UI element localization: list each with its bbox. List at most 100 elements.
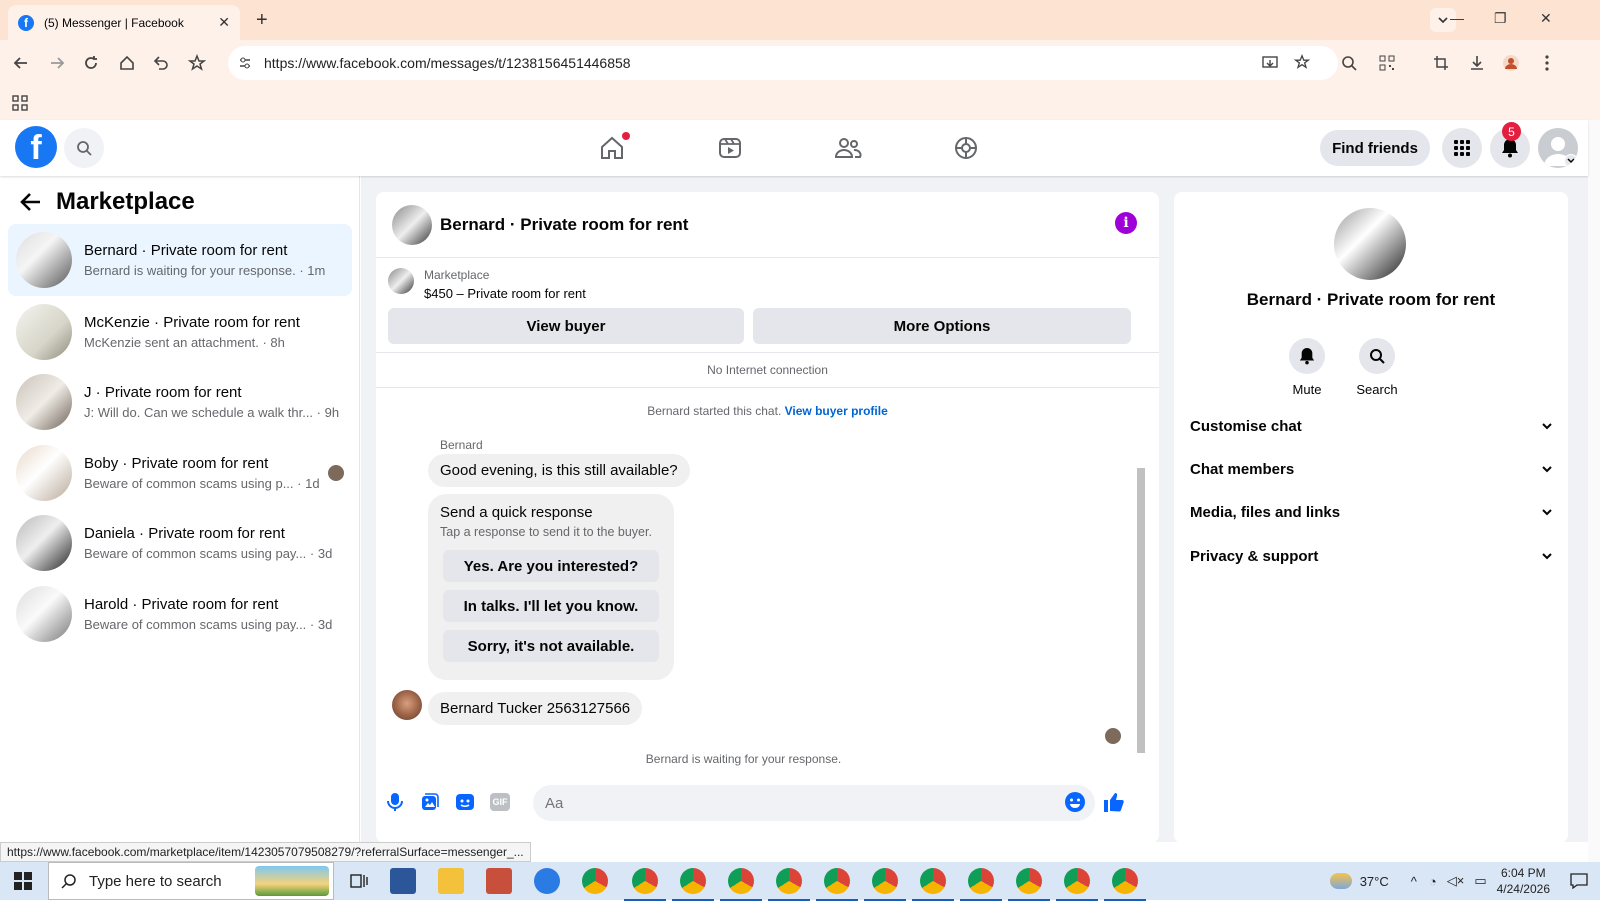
chevron-up-icon[interactable]: ^ — [1411, 874, 1417, 889]
view-buyer-profile-link[interactable]: View buyer profile — [785, 404, 888, 418]
volume-icon[interactable]: ◁× — [1447, 873, 1465, 889]
chrome-profile-icon[interactable] — [1008, 868, 1050, 901]
crop-icon[interactable] — [1430, 52, 1452, 74]
avatar — [16, 445, 72, 501]
chrome-profile-icon[interactable] — [624, 868, 666, 901]
install-app-icon[interactable] — [1262, 55, 1278, 71]
qr-code-icon[interactable] — [1376, 52, 1398, 74]
chrome-profile-icon[interactable] — [912, 868, 954, 901]
conversation-sidebar: Marketplace Bernard · Private room for r… — [0, 176, 360, 842]
quick-response-button[interactable]: Sorry, it's not available. — [443, 630, 659, 662]
account-avatar[interactable] — [1538, 128, 1578, 168]
sticker-icon[interactable] — [454, 791, 476, 813]
search-icon[interactable] — [1338, 52, 1360, 74]
battery-icon[interactable]: ▭ — [1474, 873, 1486, 889]
chrome-profile-icon[interactable] — [1104, 868, 1146, 901]
conversation-item[interactable]: McKenzie · Private room for rent McKenzi… — [8, 296, 352, 368]
file-explorer-icon[interactable] — [438, 868, 464, 894]
quick-response-button[interactable]: In talks. I'll let you know. — [443, 590, 659, 622]
page-scrollbar[interactable] — [1588, 120, 1600, 862]
conversation-item[interactable]: Harold · Private room for rent Beware of… — [8, 578, 352, 650]
forward-icon[interactable] — [46, 52, 68, 74]
chrome-profile-icon[interactable] — [816, 868, 858, 901]
task-view-icon[interactable] — [350, 872, 368, 890]
message-bubble[interactable]: Bernard Tucker 2563127566 — [428, 692, 643, 725]
facebook-logo[interactable]: f — [15, 126, 57, 168]
section-chat-members[interactable]: Chat members — [1190, 447, 1552, 491]
bookmark-page-icon[interactable] — [1294, 54, 1310, 70]
close-window-icon[interactable]: ✕ — [1540, 10, 1552, 27]
mute-button[interactable]: Mute — [1272, 338, 1342, 397]
emoji-icon[interactable] — [1064, 791, 1086, 813]
view-buyer-button[interactable]: View buyer — [388, 308, 744, 344]
restore-icon[interactable]: ❐ — [1494, 10, 1507, 27]
new-tab-icon[interactable]: + — [256, 9, 268, 32]
section-privacy-support[interactable]: Privacy & support — [1190, 534, 1552, 578]
chrome-profile-icon[interactable] — [720, 868, 762, 901]
sender-avatar[interactable] — [392, 690, 422, 720]
site-info-icon[interactable] — [238, 56, 252, 70]
listing-summary[interactable]: Marketplace $450 – Private room for rent — [388, 268, 586, 301]
conversation-name: Boby · Private room for rent — [84, 455, 269, 472]
chrome-profile-icon[interactable] — [672, 868, 714, 901]
notification-center-icon[interactable] — [1570, 873, 1588, 889]
back-arrow-icon[interactable] — [20, 192, 42, 212]
chrome-profile-icon[interactable] — [960, 868, 1002, 901]
chat-scrollbar[interactable] — [1135, 388, 1147, 768]
clock[interactable]: 6:04 PM 4/24/2026 — [1497, 865, 1550, 897]
back-icon[interactable] — [10, 52, 32, 74]
chat-title[interactable]: Bernard · Private room for rent — [440, 215, 688, 235]
bookmark-star-icon[interactable] — [186, 52, 208, 74]
conversation-item[interactable]: Boby · Private room for rent Beware of c… — [8, 437, 352, 509]
menu-dots-icon[interactable] — [1536, 52, 1558, 74]
nav-video-icon[interactable] — [714, 132, 746, 164]
avatar[interactable] — [1334, 208, 1406, 280]
snip-app-icon[interactable] — [486, 868, 512, 894]
windows-start-icon[interactable] — [14, 872, 32, 890]
avatar[interactable] — [392, 204, 432, 245]
undo-icon[interactable] — [150, 52, 172, 74]
photo-icon[interactable] — [419, 791, 441, 813]
edge-app-icon[interactable] — [534, 868, 560, 894]
search-icon — [1359, 338, 1395, 374]
apps-grid-icon[interactable] — [12, 95, 28, 111]
close-tab-icon[interactable]: ✕ — [218, 14, 230, 31]
search-conversation-button[interactable]: Search — [1342, 338, 1412, 397]
message-bubble[interactable]: Good evening, is this still available? — [428, 454, 690, 487]
chrome-profile-icon[interactable] — [864, 868, 906, 901]
conversation-item[interactable]: Daniela · Private room for rent Beware o… — [8, 507, 352, 579]
quick-response-button[interactable]: Yes. Are you interested? — [443, 550, 659, 582]
weather-icon[interactable] — [1329, 873, 1352, 889]
microphone-icon[interactable] — [384, 791, 406, 813]
browser-tab[interactable]: f (5) Messenger | Facebook ✕ — [8, 5, 240, 40]
wifi-icon[interactable]: ◔ — [1429, 874, 1437, 889]
more-options-button[interactable]: More Options — [753, 308, 1131, 344]
message-input[interactable] — [533, 785, 1095, 821]
gif-icon[interactable]: GIF — [489, 791, 511, 813]
conversation-item[interactable]: Bernard · Private room for rent Bernard … — [8, 224, 352, 296]
address-bar[interactable]: https://www.facebook.com/messages/t/1238… — [228, 46, 1338, 80]
chrome-profile-icon[interactable] — [768, 868, 810, 901]
chrome-app-icon[interactable] — [582, 868, 608, 894]
section-media-files-links[interactable]: Media, files and links — [1190, 490, 1552, 534]
word-app-icon[interactable] — [390, 868, 416, 894]
weather-temp[interactable]: 37°C — [1360, 874, 1389, 889]
minimize-icon[interactable]: — — [1450, 10, 1464, 26]
home-icon[interactable] — [116, 52, 138, 74]
thumbs-up-icon[interactable] — [1102, 791, 1124, 813]
find-friends-button[interactable]: Find friends — [1320, 130, 1430, 166]
section-customise-chat[interactable]: Customise chat — [1190, 404, 1552, 448]
nav-home-icon[interactable] — [596, 132, 630, 164]
profile-icon[interactable] — [1500, 52, 1522, 74]
facebook-search-button[interactable] — [64, 128, 104, 168]
conversation-item[interactable]: J · Private room for rent J: Will do. Ca… — [8, 366, 352, 438]
nav-gaming-icon[interactable] — [950, 132, 982, 164]
taskbar-search[interactable]: Type here to search — [48, 862, 334, 900]
nav-friends-icon[interactable] — [832, 132, 864, 164]
info-icon[interactable]: i — [1115, 212, 1137, 234]
reload-icon[interactable] — [80, 52, 102, 74]
scrollbar-thumb[interactable] — [1137, 468, 1145, 753]
menu-grid-button[interactable] — [1442, 128, 1482, 168]
download-icon[interactable] — [1466, 52, 1488, 74]
chrome-profile-icon[interactable] — [1056, 868, 1098, 901]
